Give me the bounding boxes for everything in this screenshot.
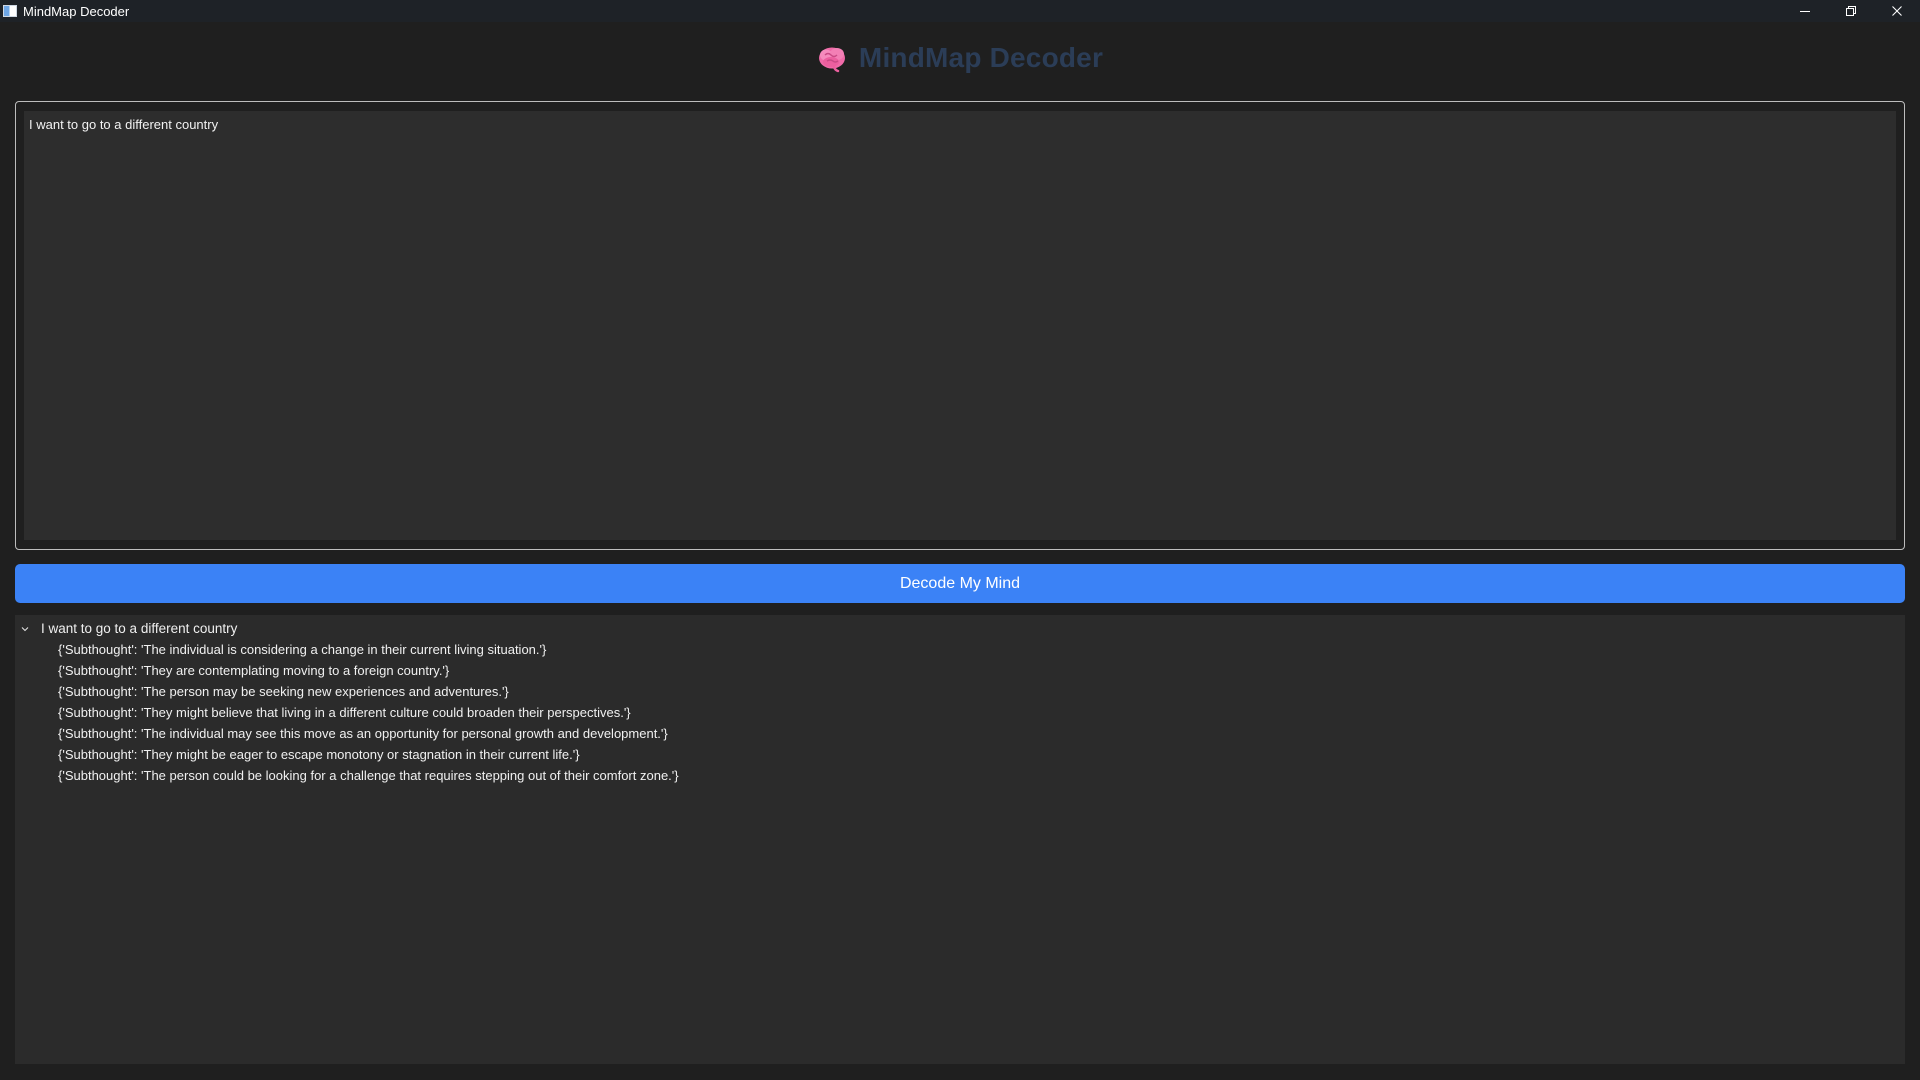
tree-root-item[interactable]: I want to go to a different country	[15, 618, 1905, 639]
tree-child-item[interactable]: {'Subthought': 'They might believe that …	[15, 702, 1905, 723]
tree-children: {'Subthought': 'The individual is consid…	[15, 639, 1905, 786]
tree-child-item[interactable]: {'Subthought': 'The person could be look…	[15, 765, 1905, 786]
close-button[interactable]	[1874, 0, 1920, 22]
page-title: MindMap Decoder	[858, 42, 1104, 73]
window-title: MindMap Decoder	[23, 3, 130, 19]
tree-child-item[interactable]: {'Subthought': 'The person may be seekin…	[15, 681, 1905, 702]
close-icon	[1892, 6, 1902, 16]
app-header: MindMap Decoder	[0, 38, 1920, 78]
thought-input-frame: I want to go to a different country	[15, 101, 1905, 550]
minimize-button[interactable]	[1782, 0, 1828, 22]
brain-icon	[818, 47, 845, 73]
tree-child-item[interactable]: {'Subthought': 'The individual is consid…	[15, 639, 1905, 660]
tree-child-item[interactable]: {'Subthought': 'The individual may see t…	[15, 723, 1905, 744]
thought-tree: I want to go to a different country {'Su…	[15, 615, 1905, 1064]
tree-child-item[interactable]: {'Subthought': 'They might be eager to e…	[15, 744, 1905, 765]
app-icon	[3, 5, 17, 17]
thought-input[interactable]: I want to go to a different country	[24, 111, 1896, 540]
chevron-down-icon[interactable]	[19, 618, 31, 639]
restore-button[interactable]	[1828, 0, 1874, 22]
title-bar: MindMap Decoder	[0, 0, 1920, 22]
tree-root-label: I want to go to a different country	[41, 621, 238, 636]
tree-child-item[interactable]: {'Subthought': 'They are contemplating m…	[15, 660, 1905, 681]
restore-icon	[1846, 6, 1856, 16]
window-controls	[1782, 0, 1920, 22]
decode-button[interactable]: Decode My Mind	[15, 564, 1905, 603]
minimize-icon	[1800, 11, 1810, 12]
app-window: MindMap Decoder MindMap Decoder I want t…	[0, 0, 1920, 1080]
